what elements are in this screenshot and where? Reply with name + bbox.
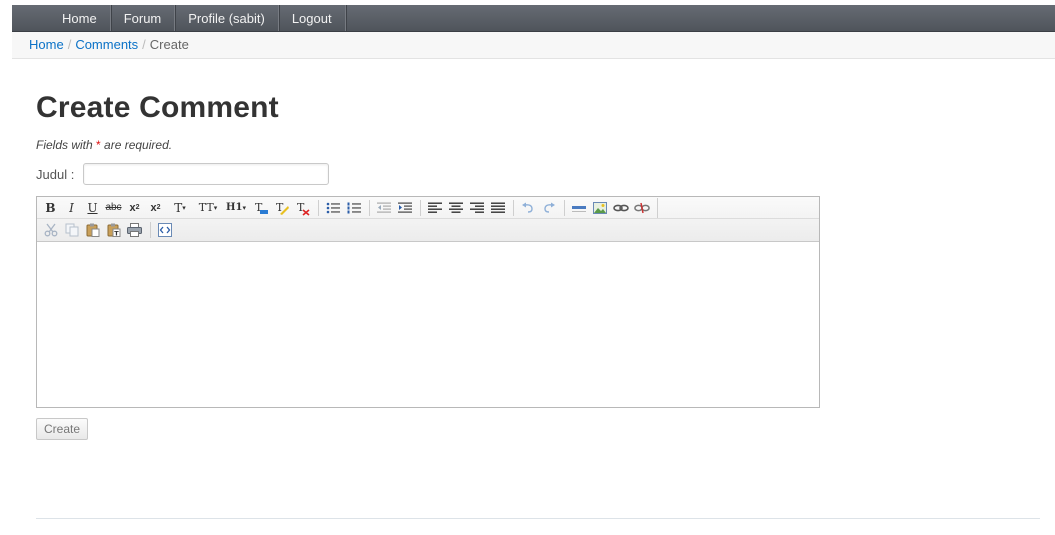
font-color-icon[interactable]: T xyxy=(251,199,270,217)
required-note: Fields with * are required. xyxy=(36,138,172,152)
toolbar-row-2: T xyxy=(37,218,819,240)
nav-forum-link[interactable]: Forum xyxy=(111,5,176,31)
create-button[interactable]: Create xyxy=(36,418,88,440)
redo-icon[interactable] xyxy=(539,199,558,217)
superscript-icon[interactable]: x2 xyxy=(146,199,165,217)
image-icon[interactable] xyxy=(590,199,609,217)
highlight-icon[interactable]: T xyxy=(272,199,291,217)
strikethrough-icon[interactable]: abc xyxy=(104,199,123,217)
rich-text-editor: B I U abc x2 x2 T ▾ TT ▾ H1 ▾ T T T T xyxy=(36,196,820,408)
toolbar-separator xyxy=(318,199,319,216)
required-note-suffix: are required. xyxy=(100,138,173,152)
align-left-icon[interactable] xyxy=(425,199,444,217)
toolbar-separator xyxy=(513,199,514,216)
paste-icon[interactable] xyxy=(83,221,102,239)
breadcrumb-separator: / xyxy=(67,37,72,52)
print-icon[interactable] xyxy=(125,221,144,239)
outdent-icon[interactable] xyxy=(374,199,393,217)
toolbar-separator xyxy=(150,221,151,238)
editor-content-area[interactable] xyxy=(37,242,819,407)
justify-icon[interactable] xyxy=(488,199,507,217)
svg-text:T: T xyxy=(114,229,119,236)
judul-input[interactable] xyxy=(83,163,329,185)
nav-home-link[interactable]: Home xyxy=(52,5,111,31)
required-note-prefix: Fields with xyxy=(36,138,97,152)
copy-icon[interactable] xyxy=(62,221,81,239)
align-center-icon[interactable] xyxy=(446,199,465,217)
source-code-icon[interactable] xyxy=(155,221,174,239)
bullet-list-icon[interactable] xyxy=(323,199,342,217)
font-family-icon[interactable]: TT ▾ xyxy=(195,199,221,217)
font-size-icon[interactable]: T ▾ xyxy=(167,199,193,217)
toolbar-separator xyxy=(369,199,370,216)
numbered-list-icon[interactable] xyxy=(344,199,363,217)
breadcrumb-current: Create xyxy=(149,37,189,52)
toolbar-row-1: B I U abc x2 x2 T ▾ TT ▾ H1 ▾ T T T xyxy=(37,197,819,218)
toolbar-separator xyxy=(564,199,565,216)
horizontal-rule-icon[interactable] xyxy=(569,199,588,217)
breadcrumb: Home / Comments / Create xyxy=(12,32,1055,59)
svg-text:T: T xyxy=(297,201,305,214)
nav-profile-link[interactable]: Profile (sabit) xyxy=(175,5,279,31)
footer-divider xyxy=(36,518,1040,519)
underline-icon[interactable]: U xyxy=(83,199,102,217)
undo-icon[interactable] xyxy=(518,199,537,217)
align-right-icon[interactable] xyxy=(467,199,486,217)
italic-icon[interactable]: I xyxy=(62,199,81,217)
breadcrumb-separator: / xyxy=(142,37,146,52)
page-title: Create Comment xyxy=(36,91,279,124)
bold-icon[interactable]: B xyxy=(41,199,60,217)
toolbar-end xyxy=(657,197,658,218)
paste-text-icon[interactable]: T xyxy=(104,221,123,239)
remove-format-icon[interactable]: T xyxy=(293,199,312,217)
subscript-icon[interactable]: x2 xyxy=(125,199,144,217)
judul-label: Judul : xyxy=(36,167,75,182)
main-nav: Home Forum Profile (sabit) Logout xyxy=(52,5,1055,31)
cut-icon[interactable] xyxy=(41,221,60,239)
editor-toolbar: B I U abc x2 x2 T ▾ TT ▾ H1 ▾ T T T T xyxy=(37,197,819,242)
nav-logout-link[interactable]: Logout xyxy=(279,5,346,31)
breadcrumb-home-link[interactable]: Home xyxy=(29,37,64,52)
unlink-icon[interactable] xyxy=(632,199,651,217)
breadcrumb-comments-link[interactable]: Comments xyxy=(75,37,138,52)
top-navbar: Home Forum Profile (sabit) Logout xyxy=(12,5,1055,32)
toolbar-separator xyxy=(420,199,421,216)
indent-icon[interactable] xyxy=(395,199,414,217)
heading-icon[interactable]: H1 ▾ xyxy=(223,199,249,217)
link-icon[interactable] xyxy=(611,199,630,217)
